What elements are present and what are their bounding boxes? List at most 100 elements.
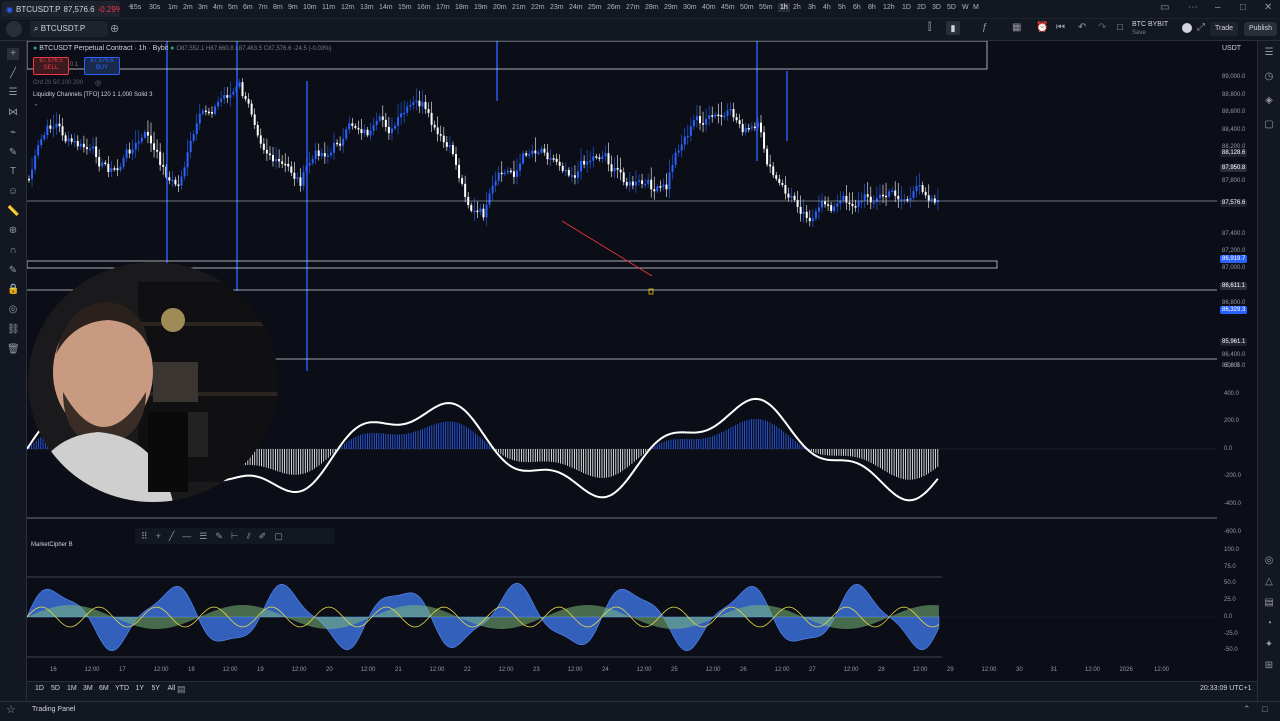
triangle-icon[interactable]: △: [1263, 576, 1275, 588]
trade-button[interactable]: Trade: [1210, 22, 1239, 36]
timeframe-18m[interactable]: 18m: [455, 4, 469, 11]
timeframe-1D[interactable]: 1D: [902, 4, 911, 11]
timeframe-4h[interactable]: 4h: [823, 4, 831, 11]
range-6M[interactable]: 6M: [99, 685, 109, 692]
text-icon[interactable]: T: [7, 166, 19, 178]
timeframe-30s[interactable]: 30s: [149, 4, 160, 11]
timeframe-6h[interactable]: 6h: [853, 4, 861, 11]
range-3M[interactable]: 3M: [83, 685, 93, 692]
timeframe-10m[interactable]: 10m: [303, 4, 317, 11]
trendline-icon[interactable]: ╱: [7, 68, 19, 80]
timeframe-5m[interactable]: 5m: [228, 4, 238, 11]
fib-icon[interactable]: ☰: [7, 87, 19, 99]
timeframe-3m[interactable]: 3m: [198, 4, 208, 11]
clock[interactable]: 20:33:09 UTC+1: [1200, 685, 1252, 692]
maximize-icon[interactable]: □: [1240, 2, 1246, 13]
timeframe-55m[interactable]: 55m: [759, 4, 773, 11]
date-range-icon[interactable]: ▤: [177, 684, 186, 695]
timeframe-2m[interactable]: 2m: [183, 4, 193, 11]
brush-icon[interactable]: ✎: [7, 147, 19, 159]
timeframe-4m[interactable]: 4m: [213, 4, 223, 11]
timeframe-2h[interactable]: 2h: [793, 4, 801, 11]
alert-icon[interactable]: ⏰: [1036, 22, 1048, 33]
zoom-icon[interactable]: ⊕: [7, 225, 19, 237]
more-icon[interactable]: ⋯: [1188, 2, 1198, 13]
undo-icon[interactable]: ↶: [1078, 22, 1086, 33]
replay-icon[interactable]: ⏮: [1056, 22, 1065, 33]
timeframe-16m[interactable]: 16m: [417, 4, 431, 11]
timeframe-15m[interactable]: 15m: [398, 4, 412, 11]
brush-icon[interactable]: ✎: [215, 531, 223, 542]
pie-icon[interactable]: ◔: [1263, 618, 1275, 630]
timeframe-1h[interactable]: 1h: [778, 3, 790, 12]
chat-icon[interactable]: ▢: [1263, 119, 1275, 131]
trash-icon[interactable]: 🗑: [7, 344, 20, 356]
pen-icon[interactable]: ✐: [259, 531, 267, 542]
range-All[interactable]: All: [168, 685, 176, 692]
grid-icon[interactable]: ⊞: [1263, 660, 1275, 672]
timeframe-8h[interactable]: 8h: [868, 4, 876, 11]
timeframe-24m[interactable]: 24m: [569, 4, 583, 11]
browser-tab[interactable]: ◉ BTCUSDT.P 87,576.6 -0.29% ✕: [2, 1, 120, 17]
timeframe-20m[interactable]: 20m: [493, 4, 507, 11]
avatar[interactable]: [6, 21, 22, 37]
timeframe-17m[interactable]: 17m: [436, 4, 450, 11]
layout-icon[interactable]: ▦: [1012, 22, 1021, 33]
range-5Y[interactable]: 5Y: [152, 685, 161, 692]
timeframe-8m[interactable]: 8m: [273, 4, 283, 11]
timeframe-27m[interactable]: 27m: [626, 4, 640, 11]
layout-square-icon[interactable]: □: [1117, 22, 1123, 33]
timeframe-40m[interactable]: 40m: [702, 4, 716, 11]
horizontal-line-icon[interactable]: ―: [182, 531, 191, 541]
target-icon[interactable]: ◎: [1263, 555, 1275, 567]
calendar-icon[interactable]: ▤: [1263, 597, 1275, 609]
screen-icon[interactable]: ▭: [1160, 2, 1169, 13]
timeframe-13m[interactable]: 13m: [360, 4, 374, 11]
timeframe-25m[interactable]: 25m: [588, 4, 602, 11]
ruler-icon[interactable]: 📏: [7, 206, 19, 218]
fib-icon[interactable]: ☰: [199, 531, 207, 542]
pattern-icon[interactable]: ⋈: [7, 107, 19, 119]
timeframe-1m[interactable]: 1m: [168, 4, 178, 11]
range-YTD[interactable]: YTD: [115, 685, 129, 692]
range-1Y[interactable]: 1Y: [136, 685, 145, 692]
timeframe-28m[interactable]: 28m: [645, 4, 659, 11]
layers-icon[interactable]: ◈: [1263, 95, 1275, 107]
timeframe-2D[interactable]: 2D: [917, 4, 926, 11]
timeframe-5D[interactable]: 5D: [947, 4, 956, 11]
rectangle-icon[interactable]: ▢: [274, 531, 283, 542]
timeframe-5h[interactable]: 5h: [838, 4, 846, 11]
timeframe-12h[interactable]: 12h: [883, 4, 895, 11]
layout-selector[interactable]: BTC BYBIT Save: [1132, 21, 1168, 37]
timeframe-11m[interactable]: 11m: [322, 4, 335, 11]
magnet-icon[interactable]: ∩: [7, 245, 19, 257]
timeframe-14m[interactable]: 14m: [379, 4, 393, 11]
range-1D[interactable]: 1D: [35, 685, 44, 692]
watchlist-icon[interactable]: ☰: [1263, 47, 1275, 59]
currency-label[interactable]: USDT: [1222, 45, 1241, 52]
timeframe-M[interactable]: M: [973, 4, 979, 11]
timeframe-7m[interactable]: 7m: [258, 4, 268, 11]
lock-draw-icon[interactable]: ✎: [7, 265, 19, 277]
symbol-search[interactable]: ⌕ BTCUSDT.P: [30, 21, 108, 37]
timeframe-12m[interactable]: 12m: [341, 4, 355, 11]
channel-icon[interactable]: ⫽: [247, 531, 251, 542]
timeframe-29m[interactable]: 29m: [664, 4, 678, 11]
timeframe-45m[interactable]: 45m: [721, 4, 735, 11]
trendline-icon[interactable]: ╱: [169, 531, 174, 542]
sell-button[interactable]: 87,576.5 SELL: [33, 57, 69, 75]
range-5D[interactable]: 5D: [51, 685, 60, 692]
timeframe-19m[interactable]: 19m: [474, 4, 488, 11]
range-1M[interactable]: 1M: [67, 685, 77, 692]
timeframe-30m[interactable]: 30m: [683, 4, 697, 11]
eye-icon[interactable]: ◎: [7, 304, 19, 316]
indicators-icon[interactable]: ƒ: [982, 22, 988, 33]
trading-panel-tab[interactable]: Trading Panel: [32, 706, 75, 713]
clock-icon[interactable]: ◷: [1263, 71, 1275, 83]
drag-handle-icon[interactable]: ⠿: [141, 531, 148, 542]
timeframe-W[interactable]: W: [962, 4, 969, 11]
timeframe-26m[interactable]: 26m: [607, 4, 621, 11]
projection-icon[interactable]: ⌁: [7, 127, 19, 139]
publish-button[interactable]: Publish: [1244, 22, 1277, 36]
fullscreen-icon[interactable]: ⤢: [1197, 22, 1205, 33]
